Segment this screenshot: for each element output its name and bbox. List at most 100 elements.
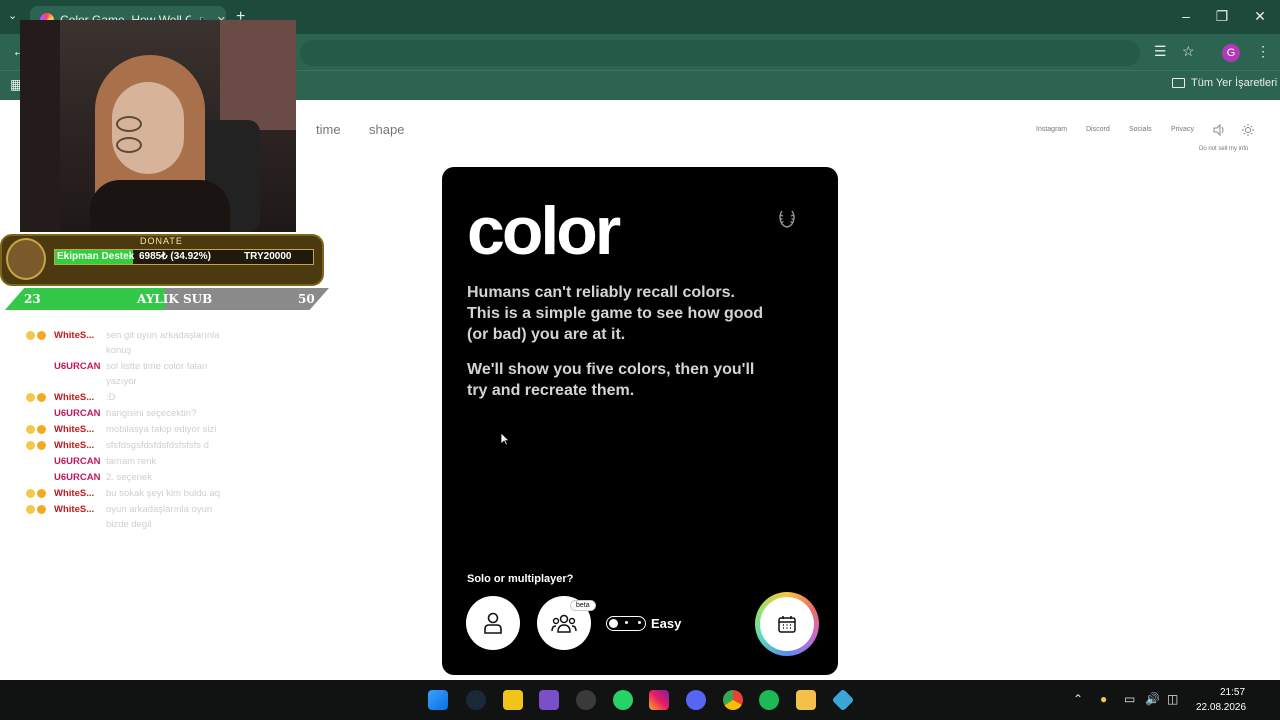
game-intro-text: Humans can't reliably recall colors. Thi… [467,284,764,343]
folder-icon [1172,78,1185,88]
chat-text: hangisini seçecektin? [106,408,197,419]
toggle-dot [638,621,641,624]
windows-taskbar [0,680,1280,720]
daily-challenge-button[interactable] [755,592,819,656]
clock-date[interactable]: 22.08.2026 [1196,702,1246,713]
subscriber-badge-icon [26,505,35,514]
chat-badges [26,486,54,498]
calendar-icon [778,616,796,633]
nav-instagram-link[interactable]: Instagram [1036,126,1067,133]
chat-text: bu sokak şeyi kim buldu aq [106,488,221,499]
sticky-notes-icon[interactable] [503,690,523,710]
start-icon[interactable] [428,690,448,710]
chat-username[interactable]: WhiteS... [54,502,104,517]
spotify-icon[interactable] [759,690,779,710]
chat-text: tamam renk [106,456,157,467]
nav-shape-link[interactable]: shape [369,122,404,137]
glasses-icon [116,116,182,153]
all-bookmarks-label: Tüm Yer İşaretleri [1191,77,1278,89]
profile-avatar[interactable]: G [1222,44,1240,62]
subscriber-badge-icon [26,489,35,498]
nav-socials-link[interactable]: Socials [1129,126,1152,133]
chat-username[interactable]: WhiteS... [54,486,104,501]
theme-sun-icon[interactable] [1242,124,1254,136]
chrome-icon[interactable] [723,690,743,710]
whatsapp-icon[interactable] [613,690,633,710]
streamer-shirt [90,180,230,232]
person-icon [484,612,502,634]
wall-shadow [20,20,60,232]
address-bar[interactable] [300,40,1140,66]
chat-badges [26,328,54,340]
sound-icon[interactable] [1212,123,1226,137]
subscriber-badge-icon [26,331,35,340]
webcam-feed [20,20,296,232]
bits-badge-icon [37,425,46,434]
chat-text: sen git oyun arkadaşlarınla konuş [106,330,220,356]
chat-username[interactable]: U6URCAN [54,359,104,374]
chat-username[interactable]: WhiteS... [54,390,104,405]
chat-username[interactable]: U6URCAN [54,406,104,421]
chat-message: WhiteS...:D [26,390,226,405]
nav-time-link[interactable]: time [316,122,341,137]
chat-message: WhiteS... sen git oyun arkadaşlarınla kon… [26,328,226,358]
discord-icon[interactable] [686,690,706,710]
chat-badges [26,406,54,409]
snipping-tool-icon[interactable] [539,690,559,710]
minimize-icon[interactable]: – [1176,8,1196,24]
close-window-icon[interactable]: ✕ [1250,8,1270,25]
mode-question: Solo or multiplayer? [467,573,574,585]
beta-badge: beta [570,600,596,611]
file-explorer-icon[interactable] [796,690,816,710]
bits-badge-icon [37,441,46,450]
donate-label: DONATE [140,236,183,246]
solo-mode-button[interactable] [466,596,520,650]
chat-badges [26,502,54,514]
translate-icon[interactable]: ☰ [1154,43,1167,60]
chat-badges [26,438,54,450]
daily-button-inner [760,597,814,651]
chat-badges [26,390,54,402]
browser-menu-icon[interactable]: ⋮ [1256,43,1270,60]
nav-privacy-link[interactable]: Privacy [1171,126,1194,133]
nav-discord-link[interactable]: Discord [1086,126,1110,133]
bits-badge-icon [37,489,46,498]
all-bookmarks-button[interactable]: Tüm Yer İşaretleri [1172,77,1277,89]
chat-username[interactable]: WhiteS... [54,422,104,437]
chat-username[interactable]: WhiteS... [54,438,104,453]
tray-overflow-icon[interactable]: ⌃ [1073,692,1083,706]
microphone-icon[interactable]: ● [1100,692,1107,706]
steam-icon[interactable] [466,690,486,710]
group-icon [551,614,577,633]
mascot-icon [6,238,46,280]
tab-search-icon[interactable]: ⌄ [8,9,17,22]
chat-overlay: WhiteS... sen git oyun arkadaşlarınla kon… [26,328,226,533]
mouse-cursor-icon [500,432,510,446]
donation-progress-text: 6985₺ (34.92%) [139,251,211,262]
difficulty-label: Easy [651,616,682,631]
obs-icon[interactable] [576,690,596,710]
battery-icon[interactable]: ◫ [1167,692,1178,706]
maximize-icon[interactable]: ❐ [1212,8,1232,25]
chat-username[interactable]: WhiteS... [54,328,104,343]
do-not-sell-link[interactable]: Do not sell my info [1199,146,1248,152]
volume-icon[interactable]: 🔊 [1145,692,1160,706]
chat-username[interactable]: U6URCAN [54,470,104,485]
chat-username[interactable]: U6URCAN [54,454,104,469]
chat-badges [26,359,54,362]
bookmark-star-icon[interactable]: ☆ [1182,43,1195,60]
chat-message: U6URCAN hangisini seçecektin? [26,406,226,421]
subscriber-badge-icon [26,393,35,402]
leaderboard-laurel-icon[interactable] [776,207,798,229]
chat-badges [26,454,54,457]
wall-poster [220,20,296,130]
instagram-icon[interactable] [649,690,669,710]
chat-text: oyun arkadaşlarınla oyun bizde degil [106,504,213,530]
clock-time[interactable]: 21:57 [1220,687,1245,698]
toggle-dot [625,621,628,624]
chat-message: U6URCAN 2. seçenek [26,470,226,485]
chat-text: sfsfdsgsfdsfdsfdsfsfsfs d [106,440,209,451]
sub-label: AYLIK SUB [137,292,213,306]
display-icon[interactable]: ▭ [1124,692,1135,706]
toggle-knob [609,619,618,628]
